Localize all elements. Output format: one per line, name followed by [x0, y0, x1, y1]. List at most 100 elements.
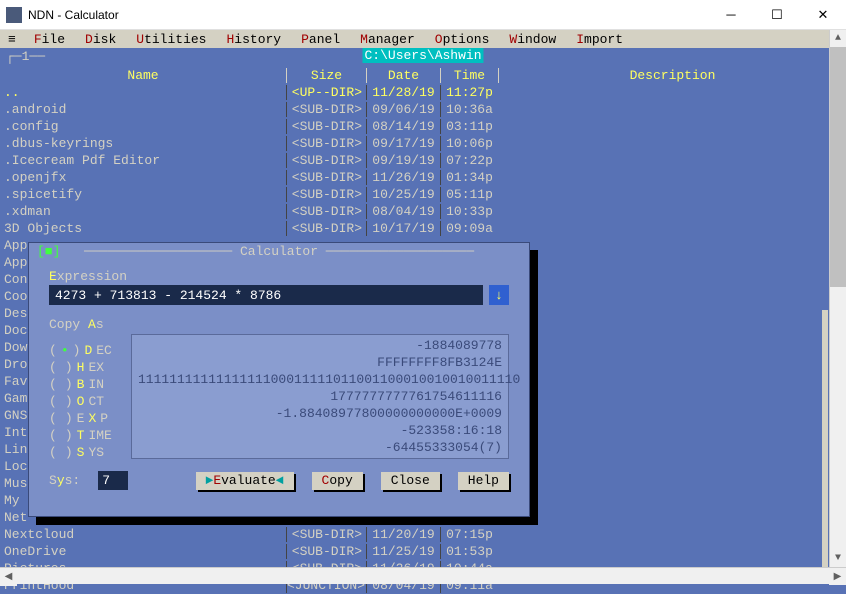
file-row[interactable]: Nextcloud<SUB-DIR>11/20/1907:15p	[0, 526, 846, 543]
format-radio[interactable]: ( ) SYS	[49, 445, 112, 462]
file-row[interactable]: .dbus-keyrings<SUB-DIR>09/17/1910:06p	[0, 135, 846, 152]
scroll-up-icon[interactable]: ▲	[830, 30, 846, 47]
expression-input[interactable]	[49, 285, 483, 305]
menu-history[interactable]: History	[226, 32, 281, 47]
file-time: 10:33p	[440, 204, 498, 219]
menu-options[interactable]: Options	[435, 32, 490, 47]
format-radios: (•) DEC( ) HEX( ) BIN( ) OCT( ) EXP( ) T…	[49, 343, 112, 462]
file-row[interactable]: .openjfx<SUB-DIR>11/26/1901:34p	[0, 169, 846, 186]
expression-label: Expression	[29, 269, 529, 285]
file-time: 05:11p	[440, 187, 498, 202]
file-size: <SUB-DIR>	[286, 221, 366, 236]
header-date[interactable]: Date	[366, 68, 440, 83]
file-date: 09/19/19	[366, 153, 440, 168]
file-size: <SUB-DIR>	[286, 119, 366, 134]
menubar: ≡ File Disk Utilities History Panel Mana…	[0, 30, 846, 48]
scroll-right-icon[interactable]: ▶	[829, 568, 846, 585]
result-oct: 1777777777761754611116	[138, 388, 502, 405]
file-name: .android	[0, 102, 286, 117]
vertical-scrollbar[interactable]: ▲ ▼	[829, 30, 846, 567]
window-title: NDN - Calculator	[28, 8, 708, 22]
close-button[interactable]: Close	[381, 472, 440, 490]
file-row[interactable]: 3D Objects<SUB-DIR>10/17/1909:09a	[0, 220, 846, 237]
file-name: ..	[0, 85, 286, 100]
file-date: 09/06/19	[366, 102, 440, 117]
menu-disk[interactable]: Disk	[85, 32, 116, 47]
result-hex: FFFFFFFF8FB3124E	[138, 354, 502, 371]
file-row[interactable]: .Icecream Pdf Editor<SUB-DIR>09/19/1907:…	[0, 152, 846, 169]
file-row[interactable]: .config<SUB-DIR>08/14/1903:11p	[0, 118, 846, 135]
result-time: -523358:16:18	[138, 422, 502, 439]
file-time: 03:11p	[440, 119, 498, 134]
menu-system[interactable]: ≡	[8, 32, 16, 47]
file-row[interactable]: .spicetify<SUB-DIR>10/25/1905:11p	[0, 186, 846, 203]
header-name[interactable]: Name	[0, 68, 286, 83]
file-size: <SUB-DIR>	[286, 544, 366, 559]
scroll-thumb[interactable]	[830, 47, 846, 287]
format-radio[interactable]: ( ) TIME	[49, 428, 112, 445]
minimize-button[interactable]: ─	[708, 0, 754, 30]
menu-manager[interactable]: Manager	[360, 32, 415, 47]
format-radio[interactable]: ( ) OCT	[49, 394, 112, 411]
result-bin: 1111111111111111100011111011001100010010…	[138, 371, 502, 388]
calc-close-icon[interactable]: [■]	[37, 243, 60, 261]
help-button[interactable]: Help	[458, 472, 509, 490]
sys-input[interactable]	[98, 471, 128, 490]
header-time[interactable]: Time	[440, 68, 498, 83]
file-row[interactable]: ..<UP--DIR>11/28/1911:27p	[0, 84, 846, 101]
format-radio[interactable]: ( ) BIN	[49, 377, 112, 394]
file-size: <SUB-DIR>	[286, 527, 366, 542]
titlebar[interactable]: NDN - Calculator ─ ☐ ✕	[0, 0, 846, 30]
calc-titlebar: [■] ─────────────────── Calculator ─────…	[29, 243, 529, 261]
file-row[interactable]: OneDrive<SUB-DIR>11/25/1901:53p	[0, 543, 846, 560]
file-name: 3D Objects	[0, 221, 286, 236]
file-size: <SUB-DIR>	[286, 187, 366, 202]
calculator-dialog: [■] ─────────────────── Calculator ─────…	[28, 242, 530, 517]
menu-window[interactable]: Window	[509, 32, 556, 47]
copy-button[interactable]: Copy	[312, 472, 363, 490]
file-time: 01:53p	[440, 544, 498, 559]
file-name: .openjfx	[0, 170, 286, 185]
file-date: 09/17/19	[366, 136, 440, 151]
header-description[interactable]: Description	[498, 68, 846, 83]
menu-file[interactable]: File	[34, 32, 65, 47]
file-time: 10:06p	[440, 136, 498, 151]
file-name: Nextcloud	[0, 527, 286, 542]
evaluate-button[interactable]: ►Evaluate◄	[196, 472, 294, 490]
file-date: 10/25/19	[366, 187, 440, 202]
menu-import[interactable]: Import	[576, 32, 623, 47]
result-exp: -1.88408977800000000000E+0009	[138, 405, 502, 422]
file-name: OneDrive	[0, 544, 286, 559]
file-date: 11/28/19	[366, 85, 440, 100]
scroll-left-icon[interactable]: ◀	[0, 569, 17, 586]
result-sys: -64455333054(7)	[138, 439, 502, 456]
format-radio[interactable]: ( ) EXP	[49, 411, 112, 428]
file-time: 10:36a	[440, 102, 498, 117]
expression-dropdown-icon[interactable]: ↓	[489, 285, 509, 305]
file-time: 11:27p	[440, 85, 498, 100]
format-radio[interactable]: (•) DEC	[49, 343, 112, 360]
maximize-button[interactable]: ☐	[754, 0, 800, 30]
format-radio[interactable]: ( ) HEX	[49, 360, 112, 377]
file-size: <SUB-DIR>	[286, 102, 366, 117]
header-size[interactable]: Size	[286, 68, 366, 83]
file-time: 07:22p	[440, 153, 498, 168]
app-icon	[6, 7, 22, 23]
path-display: C:\Users\Ashwin	[362, 48, 483, 63]
scroll-down-icon[interactable]: ▼	[830, 550, 846, 567]
file-name: .Icecream Pdf Editor	[0, 153, 286, 168]
file-size: <SUB-DIR>	[286, 204, 366, 219]
file-date: 08/04/19	[366, 204, 440, 219]
panel-drag-handle[interactable]	[822, 310, 828, 580]
menu-utilities[interactable]: Utilities	[136, 32, 206, 47]
result-dec: -1884089778	[138, 337, 502, 354]
file-row[interactable]: .android<SUB-DIR>09/06/1910:36a	[0, 101, 846, 118]
file-size: <SUB-DIR>	[286, 170, 366, 185]
menu-panel[interactable]: Panel	[301, 32, 340, 47]
results-box: -1884089778 FFFFFFFF8FB3124E 11111111111…	[131, 334, 509, 459]
close-button[interactable]: ✕	[800, 0, 846, 30]
file-row[interactable]: .xdman<SUB-DIR>08/04/1910:33p	[0, 203, 846, 220]
file-name: .dbus-keyrings	[0, 136, 286, 151]
file-time: 07:15p	[440, 527, 498, 542]
horizontal-scrollbar[interactable]: ◀ ▶	[0, 567, 846, 584]
